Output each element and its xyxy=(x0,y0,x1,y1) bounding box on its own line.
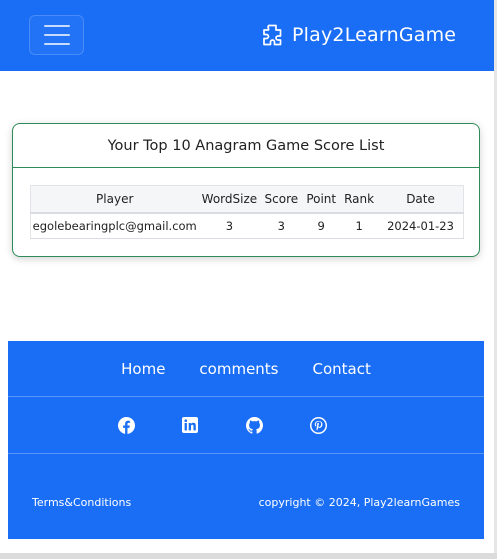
cell-score: 3 xyxy=(260,212,303,239)
table-header-row: Player WordSize Score Point Rank Date xyxy=(30,185,464,214)
cell-wordsize: 3 xyxy=(198,212,261,239)
cell-point: 9 xyxy=(302,212,341,239)
hamburger-line xyxy=(43,34,70,36)
github-icon[interactable] xyxy=(245,416,263,434)
facebook-icon[interactable] xyxy=(117,416,135,434)
navbar-toggler-button[interactable] xyxy=(29,15,84,55)
score-list-card: Your Top 10 Anagram Game Score List Play… xyxy=(12,123,480,257)
cell-player: egolebearingplc@gmail.com xyxy=(30,212,199,239)
top-navbar: Play2LearnGame xyxy=(0,0,494,71)
site-footer: Home comments Contact Terms&Conditions c… xyxy=(8,341,484,539)
column-header-point: Point xyxy=(302,185,341,214)
table-row: egolebearingplc@gmail.com 3 3 9 1 2024-0… xyxy=(30,212,464,239)
score-list-title: Your Top 10 Anagram Game Score List xyxy=(13,124,479,168)
footer-link-home[interactable]: Home xyxy=(121,360,165,378)
pinterest-icon[interactable] xyxy=(309,416,327,434)
column-header-score: Score xyxy=(260,185,303,214)
footer-link-contact[interactable]: Contact xyxy=(313,360,371,378)
social-links xyxy=(8,397,484,454)
cell-date: 2024-01-23 xyxy=(378,212,464,239)
copyright-text: copyright © 2024, Play2learnGames xyxy=(258,496,460,509)
column-header-wordsize: WordSize xyxy=(198,185,261,214)
column-header-rank: Rank xyxy=(340,185,379,214)
column-header-player: Player xyxy=(30,185,199,214)
footer-bottom: Terms&Conditions copyright © 2024, Play2… xyxy=(8,454,484,538)
hamburger-line xyxy=(43,43,70,45)
hamburger-line xyxy=(43,25,70,27)
linkedin-icon[interactable] xyxy=(181,416,199,434)
puzzle-piece-icon xyxy=(262,24,284,46)
terms-link[interactable]: Terms&Conditions xyxy=(32,496,131,509)
footer-nav: Home comments Contact xyxy=(8,341,484,397)
page-bottom-edge xyxy=(0,553,497,559)
cell-rank: 1 xyxy=(340,212,379,239)
column-header-date: Date xyxy=(378,185,464,214)
brand-title: Play2LearnGame xyxy=(292,24,457,46)
footer-link-comments[interactable]: comments xyxy=(199,360,278,378)
brand-link[interactable]: Play2LearnGame xyxy=(262,20,456,50)
score-table: Player WordSize Score Point Rank Date eg… xyxy=(30,185,464,239)
